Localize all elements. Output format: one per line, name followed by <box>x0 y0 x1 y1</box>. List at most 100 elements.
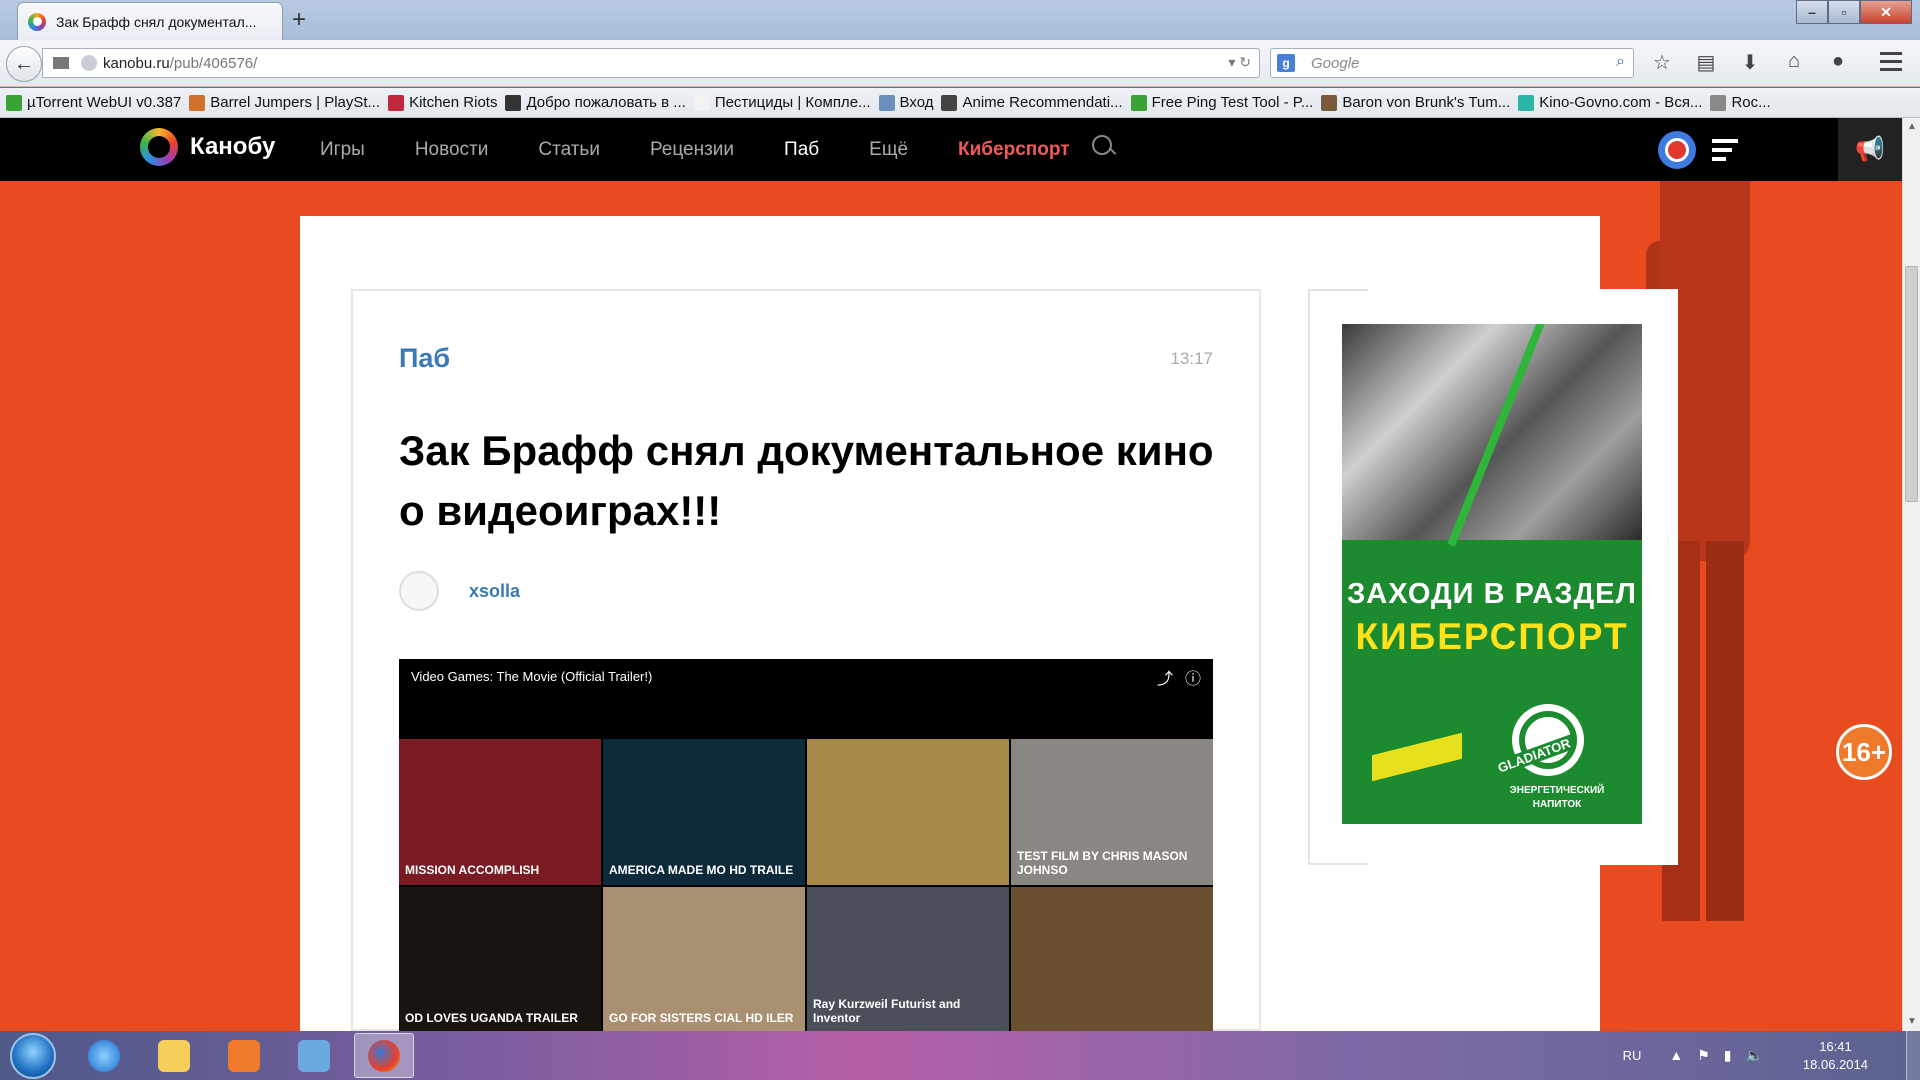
video-thumbnail[interactable] <box>807 739 1009 885</box>
nav-articles[interactable]: Статьи <box>538 139 600 161</box>
bookmark-item[interactable]: Пестициды | Компле... <box>693 94 871 111</box>
info-icon[interactable]: ⓘ <box>1185 665 1201 689</box>
bookmarks-menu-icon[interactable] <box>53 57 69 69</box>
taskbar-ie[interactable] <box>74 1033 134 1078</box>
system-clock[interactable]: 16:41 18.06.2014 <box>1803 1038 1868 1074</box>
ad-line1: ЗАХОДИ В РАЗДЕЛ <box>1347 578 1637 610</box>
language-indicator[interactable]: RU <box>1623 1048 1642 1063</box>
site-logo[interactable]: Канобу <box>140 128 275 166</box>
home-icon[interactable]: ⌂ <box>1780 50 1808 75</box>
bookmark-star-icon[interactable]: ☆ <box>1648 50 1676 75</box>
site-header: Канобу Игры Новости Статьи Рецензии Паб … <box>0 118 1902 181</box>
nav-reviews[interactable]: Рецензии <box>650 139 734 161</box>
adblock-icon[interactable]: ● <box>1824 50 1852 75</box>
nav-news[interactable]: Новости <box>415 139 489 161</box>
browser-menu-icon[interactable] <box>1880 52 1902 76</box>
browser-tab[interactable]: Зак Брафф снял документал... <box>17 2 283 40</box>
internet-explorer-icon <box>88 1039 120 1072</box>
search-bar[interactable]: g Google ⌕ <box>1270 48 1634 78</box>
scroll-up-icon[interactable]: ▲ <box>1903 118 1920 136</box>
video-thumbnail[interactable]: OD LOVES UGANDA TRAILER <box>399 887 601 1031</box>
bookmark-item[interactable]: Barrel Jumpers | PlaySt... <box>189 94 380 111</box>
scroll-down-icon[interactable]: ▼ <box>1903 1013 1920 1031</box>
network-signal-icon[interactable]: ▮ <box>1724 1047 1732 1064</box>
author-avatar[interactable] <box>399 571 439 611</box>
user-avatar[interactable] <box>1658 131 1696 169</box>
bookmark-item[interactable]: Free Ping Test Tool - P... <box>1130 94 1313 111</box>
site-search-icon[interactable] <box>1092 135 1116 159</box>
bookmark-item[interactable]: Kitchen Riots <box>388 94 497 111</box>
bookmark-item[interactable]: Kino-Govno.com - Вся... <box>1518 94 1702 111</box>
tab-title: Зак Брафф снял документал... <box>56 13 257 30</box>
bookmarks-list-icon[interactable]: ▤ <box>1692 50 1720 75</box>
bookmark-favicon-icon <box>878 94 895 111</box>
bookmark-label: Barrel Jumpers | PlaySt... <box>210 94 381 111</box>
video-thumbnail[interactable] <box>1011 887 1213 1031</box>
search-icon[interactable]: ⌕ <box>1616 53 1625 71</box>
action-center-flag-icon[interactable]: ⚑ <box>1697 1047 1710 1064</box>
maximize-button[interactable]: ▫ <box>1828 0 1860 24</box>
thumbnail-caption: AMERICA MADE MO HD TRAILE <box>609 863 794 877</box>
site-menu-icon[interactable] <box>1712 139 1738 166</box>
article-category[interactable]: Паб <box>399 343 450 374</box>
taskbar-explorer[interactable] <box>144 1033 204 1078</box>
video-thumbnail[interactable]: MISSION ACCOMPLISH <box>399 739 601 885</box>
bookmark-item[interactable]: Roc... <box>1710 94 1771 111</box>
new-tab-button[interactable]: + <box>292 6 306 34</box>
bookmark-item[interactable]: Вход <box>878 94 933 111</box>
bookmark-label: Пестициды | Компле... <box>714 94 871 111</box>
site-identity-icon[interactable] <box>81 55 97 71</box>
megaphone-icon[interactable]: 📢 <box>1838 118 1902 181</box>
bookmark-item[interactable]: Добро пожаловать в ... <box>505 94 686 111</box>
author-name[interactable]: xsolla <box>469 581 520 602</box>
volume-icon[interactable]: 🔈 <box>1745 1047 1762 1064</box>
taskbar-firefox[interactable] <box>354 1033 414 1078</box>
video-thumbnail[interactable]: GO FOR SISTERS CIAL HD ILER <box>603 887 805 1031</box>
bookmark-label: Baron von Brunk's Tum... <box>1342 94 1511 111</box>
nav-esports[interactable]: Киберспорт <box>958 139 1070 161</box>
google-engine-icon[interactable]: g <box>1277 54 1295 72</box>
nav-games[interactable]: Игры <box>320 139 365 161</box>
bookmark-favicon-icon <box>505 94 522 111</box>
page-scrollbar[interactable]: ▲ ▼ <box>1902 118 1920 1031</box>
browser-titlebar: Зак Брафф снял документал... + – ▫ ✕ <box>0 0 1920 40</box>
video-title[interactable]: Video Games: The Movie (Official Trailer… <box>411 669 652 684</box>
article-author[interactable]: xsolla <box>399 571 520 611</box>
bookmark-favicon-icon <box>1518 94 1535 111</box>
bookmark-label: Roc... <box>1731 94 1771 111</box>
show-hidden-icon[interactable]: ▲ <box>1669 1047 1683 1064</box>
video-thumbnail[interactable]: AMERICA MADE MO HD TRAILE <box>603 739 805 885</box>
start-button[interactable] <box>10 1033 56 1079</box>
article-headline: Зак Брафф снял документальное кино о вид… <box>399 427 1214 534</box>
bookmark-favicon-icon <box>1130 94 1147 111</box>
video-thumbnail[interactable]: Ray Kurzweil Futurist and Inventor <box>807 887 1009 1031</box>
nav-more[interactable]: Ещё <box>869 139 908 161</box>
back-button[interactable]: ← <box>6 46 42 82</box>
opera-favicon-icon <box>28 12 46 31</box>
firefox-icon <box>368 1039 400 1072</box>
window-controls: – ▫ ✕ <box>1796 0 1912 24</box>
bookmark-item[interactable]: µTorrent WebUI v0.387 <box>6 94 181 111</box>
video-player[interactable]: Video Games: The Movie (Official Trailer… <box>399 659 1213 1031</box>
show-desktop-button[interactable] <box>1906 1031 1920 1080</box>
thumbnail-caption: MISSION ACCOMPLISH <box>405 863 540 877</box>
windows-taskbar: RU ▲ ⚑ ▮ 🔈 16:41 18.06.2014 <box>0 1031 1920 1080</box>
bookmark-item[interactable]: Baron von Brunk's Tum... <box>1321 94 1510 111</box>
taskbar-media-player[interactable] <box>214 1033 274 1078</box>
folder-icon <box>158 1039 190 1072</box>
share-icon[interactable]: ⤴ <box>1157 665 1173 689</box>
thumbnail-caption: TEST FILM BY CHRIS MASON JOHNSO <box>1017 849 1188 877</box>
reload-icon[interactable]: ▾ ↻ <box>1228 54 1251 71</box>
bookmarks-toolbar: µTorrent WebUI v0.387 Barrel Jumpers | Pl… <box>0 88 1920 118</box>
nav-pub[interactable]: Паб <box>784 139 819 161</box>
taskbar-control-panel[interactable] <box>284 1033 344 1078</box>
video-thumbnail[interactable]: TEST FILM BY CHRIS MASON JOHNSO <box>1011 739 1213 885</box>
bookmark-item[interactable]: Anime Recommendati... <box>941 94 1123 111</box>
downloads-icon[interactable]: ⬇ <box>1736 50 1764 75</box>
minimize-button[interactable]: – <box>1796 0 1828 24</box>
bookmark-label: Добро пожаловать в ... <box>526 94 686 111</box>
esports-ad-banner[interactable]: ЗАХОДИ В РАЗДЕЛ КИБЕРСПОРТ GLADIATOR ЭНЕ… <box>1342 324 1642 824</box>
address-bar[interactable]: kanobu.ru/pub/406576/ ▾ ↻ <box>42 48 1260 78</box>
scroll-thumb[interactable] <box>1905 266 1918 502</box>
close-window-button[interactable]: ✕ <box>1860 0 1912 24</box>
